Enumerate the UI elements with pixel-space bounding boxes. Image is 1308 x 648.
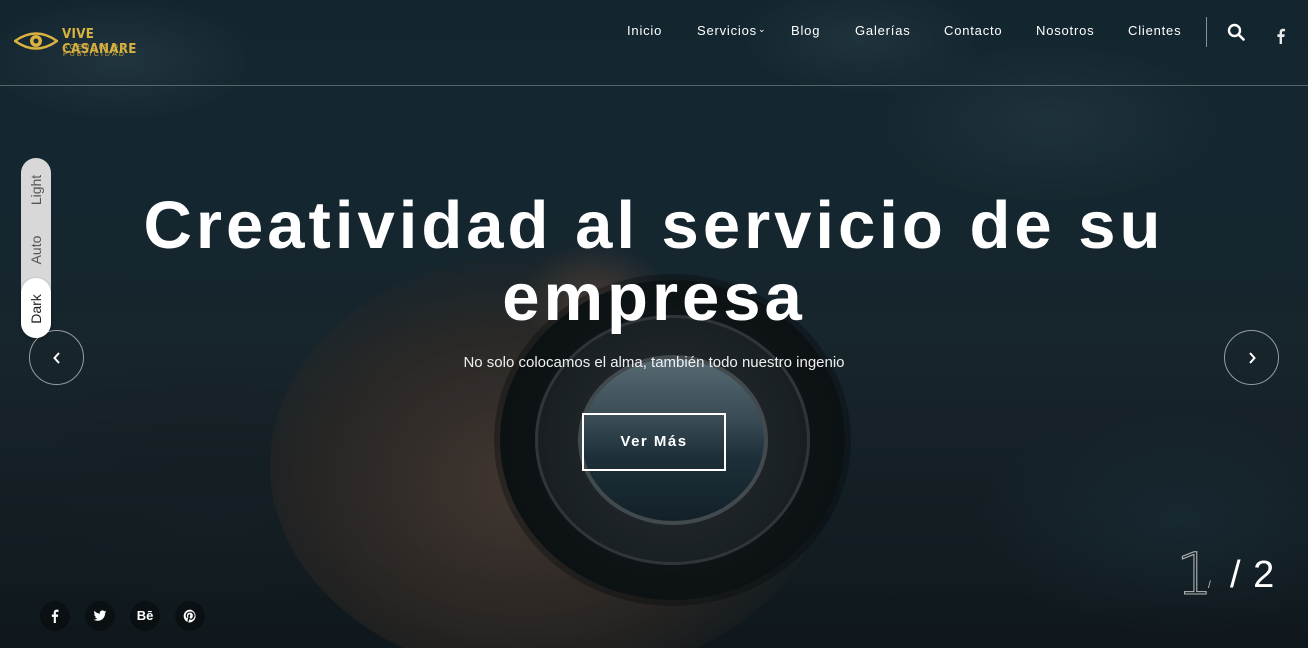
nav-servicios-label: Servicios xyxy=(697,23,757,38)
behance-icon: Bē xyxy=(136,608,154,623)
hero-headline-line2: empresa xyxy=(502,260,806,335)
facebook-icon[interactable] xyxy=(1274,28,1288,44)
hero-headline-line1: Creatividad al servicio de su xyxy=(143,188,1165,263)
chevron-down-icon: ⌄ xyxy=(758,24,767,34)
theme-mode-switch[interactable]: Light Auto Dark xyxy=(21,158,51,338)
brand-tagline: AGENCIA DE PUBLICIDAD xyxy=(63,44,127,58)
pinterest-icon xyxy=(183,609,196,623)
ver-mas-button[interactable]: Ver Más xyxy=(582,413,726,471)
slider-next-button[interactable] xyxy=(1224,330,1279,385)
social-facebook[interactable] xyxy=(40,601,70,631)
social-pinterest[interactable] xyxy=(175,601,205,631)
nav-divider xyxy=(1206,17,1207,47)
nav-inicio[interactable]: Inicio xyxy=(627,23,662,38)
nav-contacto[interactable]: Contacto xyxy=(944,23,1002,38)
social-twitter[interactable] xyxy=(85,601,115,631)
slide-counter: 1 / / 2 xyxy=(1176,540,1286,610)
chevron-left-icon xyxy=(53,352,60,364)
nav-clientes[interactable]: Clientes xyxy=(1128,23,1181,38)
nav-blog[interactable]: Blog xyxy=(791,23,820,38)
slide-current: 1 xyxy=(1176,540,1214,609)
search-icon[interactable] xyxy=(1227,23,1245,41)
theme-option-auto[interactable]: Auto xyxy=(28,236,44,265)
nav-galerias[interactable]: Galerías xyxy=(855,23,911,38)
nav-nosotros[interactable]: Nosotros xyxy=(1036,23,1094,38)
top-navigation-bar: VIVE CASANARE AGENCIA DE PUBLICIDAD Inic… xyxy=(0,0,1308,86)
twitter-icon xyxy=(93,610,107,621)
theme-option-dark[interactable]: Dark xyxy=(28,294,44,324)
hero-subtitle: No solo colocamos el alma, también todo … xyxy=(463,354,845,371)
theme-option-light[interactable]: Light xyxy=(28,175,44,205)
eye-logo-icon xyxy=(14,32,58,50)
slider-prev-button[interactable] xyxy=(29,330,84,385)
brand-logo[interactable]: VIVE CASANARE AGENCIA DE PUBLICIDAD xyxy=(14,27,174,58)
slide-total: / 2 xyxy=(1230,554,1276,596)
social-behance[interactable]: Bē xyxy=(130,601,160,631)
nav-servicios[interactable]: Servicios ⌄ xyxy=(697,23,766,38)
slide-separator: / xyxy=(1208,580,1211,591)
facebook-icon xyxy=(51,609,59,623)
chevron-right-icon xyxy=(1249,352,1256,364)
hero-headline: Creatividad al servicio de su empresa xyxy=(104,190,1204,334)
